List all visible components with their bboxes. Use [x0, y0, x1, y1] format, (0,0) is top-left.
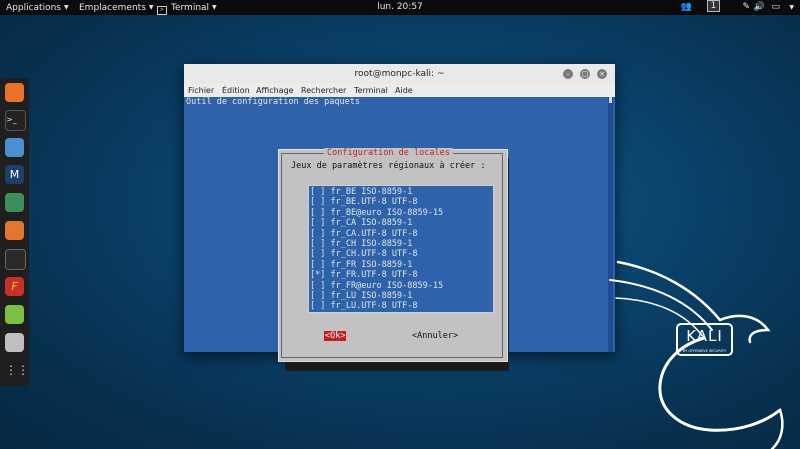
checkbox[interactable]: [ ] — [310, 301, 325, 311]
armitage-icon[interactable] — [5, 193, 24, 212]
window-title: root@monpc-kali: ~ — [354, 69, 445, 79]
list-item[interactable]: [ ] fr_CH ISO-8859-1 — [310, 239, 412, 249]
checkbox[interactable]: [ ] — [310, 187, 325, 197]
dialog-title: Configuration de locales — [324, 148, 453, 158]
list-item[interactable]: [ ] fr_BE@euro ISO-8859-15 — [310, 208, 443, 218]
list-item[interactable]: [ ] fr_LU ISO-8859-1 — [310, 291, 412, 301]
item-label: fr_FR ISO-8859-1 — [330, 259, 413, 270]
terminal-app-icon[interactable]: >_ — [5, 110, 26, 131]
checkbox[interactable]: [ ] — [310, 281, 325, 291]
dialog-frame: Configuration de locales Jeux de paramèt… — [281, 148, 503, 358]
list-item[interactable]: [ ] fr_LU.UTF-8 UTF-8 — [310, 301, 417, 311]
workspace-indicator[interactable]: 1 — [707, 0, 720, 12]
firefox-icon[interactable] — [5, 83, 24, 102]
beef-icon[interactable] — [5, 249, 26, 270]
list-item[interactable]: [*] fr_FR.UTF-8 UTF-8 — [310, 270, 417, 280]
list-item[interactable]: [ ] fr_BE ISO-8859-1 — [310, 187, 412, 197]
list-item[interactable]: [ ] fr_FR ISO-8859-1 — [310, 260, 412, 270]
close-icon[interactable]: × — [597, 69, 607, 79]
window-menubar: Fichier Édition Affichage Rechercher Ter… — [184, 84, 615, 97]
list-item[interactable]: [ ] fr_FR@euro ISO-8859-15 — [310, 281, 443, 291]
scrollbar-thumb[interactable] — [609, 97, 612, 103]
show-apps-icon[interactable]: ⋮⋮ — [5, 361, 29, 380]
item-label: fr_CH ISO-8859-1 — [330, 239, 413, 249]
menu-fichier[interactable]: Fichier — [188, 84, 214, 97]
menu-terminal[interactable]: Terminal — [354, 84, 388, 97]
leafpad-icon[interactable] — [5, 305, 24, 324]
cancel-button[interactable]: <Annuler> — [412, 331, 458, 341]
item-label: fr_BE ISO-8859-1 — [330, 187, 413, 197]
window-titlebar[interactable]: root@monpc-kali: ~ – □ × — [184, 64, 615, 85]
terminal-header: Outil de configuration des paquets — [186, 97, 360, 107]
checkbox[interactable]: [ ] — [310, 218, 325, 228]
faraday-icon[interactable]: F — [5, 277, 24, 296]
item-label: fr_FR@euro ISO-8859-15 — [330, 280, 444, 291]
item-label: fr_BE@euro ISO-8859-15 — [330, 207, 444, 218]
locale-list[interactable]: [ ] fr_BE ISO-8859-1 [ ] fr_BE.UTF-8 UTF… — [308, 185, 494, 313]
checkbox[interactable]: [ ] — [310, 197, 325, 207]
menu-aide[interactable]: Aide — [395, 84, 413, 97]
checkbox[interactable]: [ ] — [310, 239, 325, 249]
item-label: fr_CA ISO-8859-1 — [330, 218, 413, 229]
item-label: fr_BE.UTF-8 UTF-8 — [330, 197, 418, 208]
locales-dialog: Configuration de locales Jeux de paramèt… — [278, 148, 508, 362]
list-item[interactable]: [ ] fr_CH.UTF-8 UTF-8 — [310, 249, 417, 259]
dialog-prompt: Jeux de paramètres régionaux à créer : — [291, 161, 486, 171]
checkbox[interactable]: [ ] — [310, 249, 325, 259]
checkbox[interactable]: [*] — [310, 270, 325, 280]
maximize-icon[interactable]: □ — [580, 69, 590, 79]
item-label: fr_LU.UTF-8 UTF-8 — [330, 301, 418, 312]
checkbox[interactable]: [ ] — [310, 260, 325, 270]
pen-icon[interactable]: ✎ — [742, 0, 750, 15]
item-label: fr_CH.UTF-8 UTF-8 — [330, 249, 418, 260]
files-icon[interactable] — [5, 138, 24, 157]
kali-logo-text: KALI — [686, 327, 723, 345]
burpsuite-icon[interactable] — [5, 221, 24, 240]
menu-edition[interactable]: Édition — [222, 84, 250, 97]
users-icon[interactable]: 👥 — [681, 0, 692, 15]
minimize-icon[interactable]: – — [563, 69, 573, 79]
metasploit-icon[interactable]: M — [5, 165, 24, 184]
checkbox[interactable]: [ ] — [310, 229, 325, 239]
volume-icon[interactable]: 🔊 — [754, 0, 765, 15]
item-label: fr_FR.UTF-8 UTF-8 — [330, 270, 418, 281]
dock: >_ M F ⋮⋮ — [0, 78, 29, 386]
menu-affichage[interactable]: Affichage — [256, 84, 294, 97]
checkbox[interactable]: [ ] — [310, 208, 325, 218]
list-item[interactable]: [ ] fr_CA.UTF-8 UTF-8 — [310, 229, 417, 239]
terminal-content[interactable]: Outil de configuration des paquets Confi… — [184, 97, 615, 371]
kali-logo-subtitle: BY OFFENSIVE SECURITY — [682, 349, 727, 353]
battery-icon[interactable]: ▭ — [771, 0, 780, 15]
ok-button[interactable]: <Ok> — [324, 331, 347, 341]
list-item[interactable]: [ ] fr_CA ISO-8859-1 — [310, 218, 412, 228]
item-label: fr_LU ISO-8859-1 — [330, 291, 413, 301]
power-menu-icon[interactable]: ▼ — [789, 0, 794, 15]
screenshot-icon[interactable] — [5, 333, 24, 352]
top-panel: Applications ▼ Emplacements ▼ > Terminal ▼ l… — [0, 0, 800, 15]
list-item[interactable]: [ ] fr_BE.UTF-8 UTF-8 — [310, 197, 417, 207]
menu-rechercher[interactable]: Rechercher — [301, 84, 346, 97]
item-label: fr_CA.UTF-8 UTF-8 — [330, 228, 418, 239]
terminal-window: root@monpc-kali: ~ – □ × Fichier Édition… — [184, 64, 615, 371]
checkbox[interactable]: [ ] — [310, 291, 325, 301]
